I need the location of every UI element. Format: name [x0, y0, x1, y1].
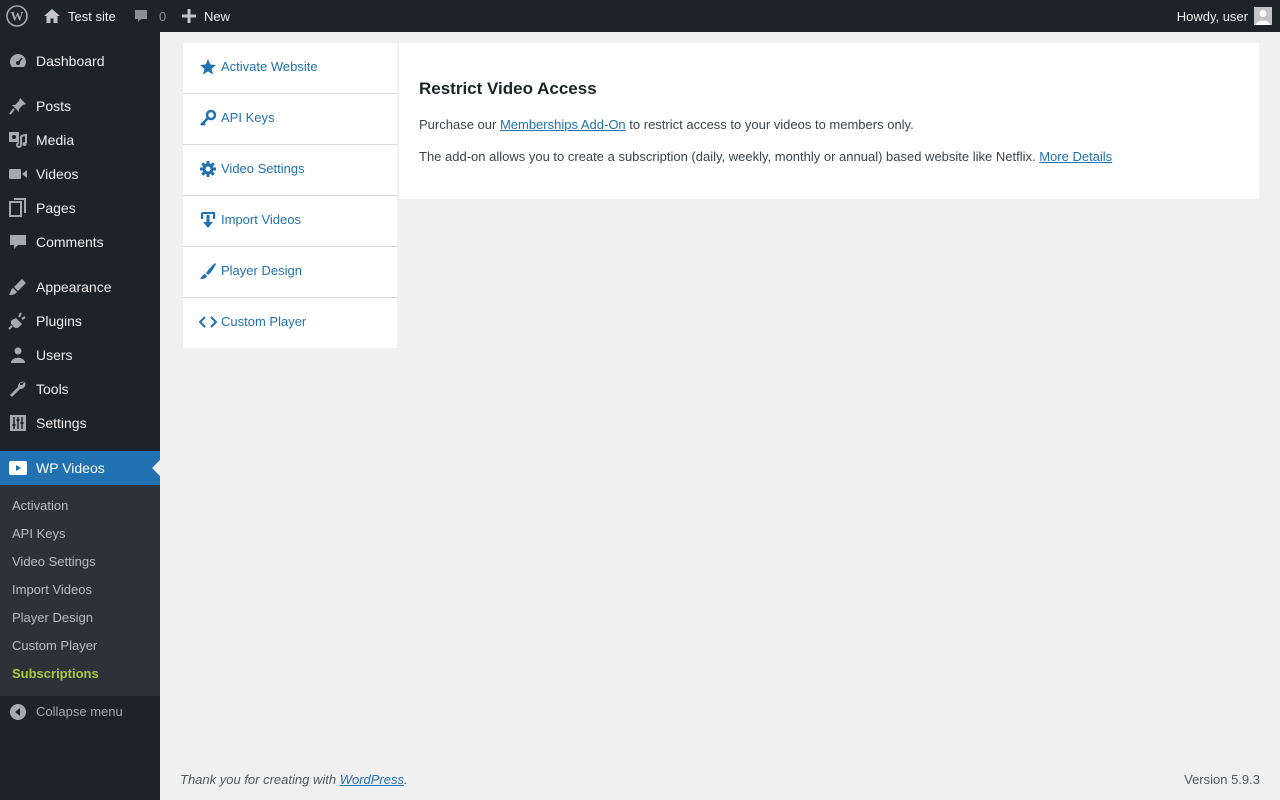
plug-icon: [8, 311, 28, 331]
more-details-link[interactable]: More Details: [1039, 149, 1112, 164]
new-content-link[interactable]: New: [182, 0, 230, 32]
user-icon: [8, 345, 28, 365]
tab-import-videos[interactable]: Import Videos: [183, 196, 397, 247]
collapse-menu-label: Collapse menu: [36, 704, 123, 719]
settings-tabs: Activate Website API Keys Video Settings…: [183, 43, 397, 348]
footer-thanks-end: .: [404, 772, 408, 787]
admin-bar: W Test site 0 New Howdy, user: [0, 0, 1280, 32]
purchase-paragraph: Purchase our Memberships Add-On to restr…: [419, 117, 914, 132]
sidebar-item-appearance[interactable]: Appearance: [0, 270, 160, 304]
tab-label: API Keys: [221, 110, 275, 125]
submenu-item-import-videos[interactable]: Import Videos: [12, 582, 92, 597]
sidebar-item-tools[interactable]: Tools: [0, 372, 160, 406]
sidebar-item-label: WP Videos: [36, 460, 105, 476]
play-icon: [8, 458, 28, 478]
pages-icon: [8, 198, 28, 218]
wrench-icon: [8, 379, 28, 399]
media-icon: [8, 130, 28, 150]
sidebar-item-settings[interactable]: Settings: [0, 406, 160, 440]
gear-icon: [199, 160, 217, 178]
submenu-item-player-design[interactable]: Player Design: [12, 610, 93, 625]
sidebar-item-label: Users: [36, 347, 73, 363]
submenu-item-activation[interactable]: Activation: [12, 498, 68, 513]
collapse-arrow-icon: [10, 704, 26, 720]
plus-icon: [182, 9, 196, 23]
sidebar-item-users[interactable]: Users: [0, 338, 160, 372]
tab-player-design[interactable]: Player Design: [183, 247, 397, 298]
wordpress-link[interactable]: WordPress: [340, 772, 404, 787]
tab-label: Import Videos: [221, 212, 301, 227]
sidebar-item-posts[interactable]: Posts: [0, 89, 160, 123]
restrict-access-panel: Restrict Video Access Purchase our Membe…: [399, 43, 1259, 199]
sidebar-item-label: Plugins: [36, 313, 82, 329]
tab-label: Activate Website: [221, 59, 318, 74]
home-icon: [43, 7, 61, 25]
pin-icon: [8, 96, 28, 116]
addon-description-paragraph: The add-on allows you to create a subscr…: [419, 149, 1112, 164]
video-icon: [8, 164, 28, 184]
submenu-item-subscriptions[interactable]: Subscriptions: [12, 666, 99, 681]
import-icon: [199, 211, 217, 229]
purchase-text-end: to restrict access to your videos to mem…: [625, 117, 914, 132]
avatar: [1254, 7, 1272, 25]
my-account-link[interactable]: Howdy, user: [1177, 0, 1272, 32]
site-name-link[interactable]: Test site: [43, 0, 116, 32]
sidebar-item-label: Appearance: [36, 279, 112, 295]
sidebar-item-label: Videos: [36, 166, 79, 182]
howdy-label: Howdy, user: [1176, 8, 1248, 24]
tab-api-keys[interactable]: API Keys: [183, 94, 397, 145]
comment-icon: [8, 232, 28, 252]
tab-video-settings[interactable]: Video Settings: [183, 145, 397, 196]
comments-link[interactable]: 0: [133, 0, 166, 32]
sidebar-item-wp-videos[interactable]: WP Videos: [0, 451, 160, 485]
tab-label: Custom Player: [221, 314, 307, 329]
sidebar-item-comments[interactable]: Comments: [0, 225, 160, 259]
wp-videos-submenu: Activation API Keys Video Settings Impor…: [0, 485, 160, 696]
tab-custom-player[interactable]: Custom Player: [183, 298, 397, 349]
sidebar-item-dashboard[interactable]: Dashboard: [0, 44, 160, 78]
comments-count: 0: [159, 8, 167, 24]
paintbrush-icon: [199, 262, 217, 280]
sidebar-item-label: Dashboard: [36, 53, 105, 69]
sliders-icon: [8, 413, 28, 433]
submenu-item-api-keys[interactable]: API Keys: [12, 526, 65, 541]
admin-sidebar: Dashboard Posts Media Videos Pages Comme…: [0, 32, 160, 800]
submenu-item-video-settings[interactable]: Video Settings: [12, 554, 96, 569]
footer-thanks: Thank you for creating with WordPress.: [180, 772, 408, 787]
sidebar-item-label: Settings: [36, 415, 87, 431]
tab-label: Video Settings: [221, 161, 305, 176]
star-icon: [199, 58, 217, 76]
brush-icon: [8, 277, 28, 297]
sidebar-item-plugins[interactable]: Plugins: [0, 304, 160, 338]
sidebar-item-pages[interactable]: Pages: [0, 191, 160, 225]
code-icon: [199, 313, 217, 331]
sidebar-item-media[interactable]: Media: [0, 123, 160, 157]
dashboard-icon: [8, 51, 28, 71]
comment-bubble-icon: [133, 8, 149, 24]
sidebar-item-label: Comments: [36, 234, 104, 250]
wordpress-logo-icon[interactable]: W: [6, 0, 28, 32]
collapse-menu-button[interactable]: Collapse menu: [0, 698, 160, 732]
tab-label: Player Design: [221, 263, 302, 278]
sidebar-item-label: Pages: [36, 200, 76, 216]
svg-text:W: W: [11, 9, 24, 24]
sidebar-item-videos[interactable]: Videos: [0, 157, 160, 191]
footer-version: Version 5.9.3: [1184, 772, 1260, 787]
purchase-text: Purchase our: [419, 117, 500, 132]
tab-activate-website[interactable]: Activate Website: [183, 43, 397, 94]
sidebar-item-label: Posts: [36, 98, 72, 114]
sidebar-item-label: Media: [36, 132, 75, 148]
key-icon: [199, 109, 217, 127]
addon-description-text: The add-on allows you to create a subscr…: [419, 149, 1040, 164]
footer-thanks-text: Thank you for creating with: [180, 772, 340, 787]
submenu-item-custom-player[interactable]: Custom Player: [12, 638, 97, 653]
new-label: New: [204, 8, 231, 24]
sidebar-item-label: Tools: [36, 381, 69, 397]
site-name-label: Test site: [68, 8, 116, 24]
panel-title: Restrict Video Access: [419, 79, 597, 98]
memberships-addon-link[interactable]: Memberships Add-On: [500, 117, 626, 132]
